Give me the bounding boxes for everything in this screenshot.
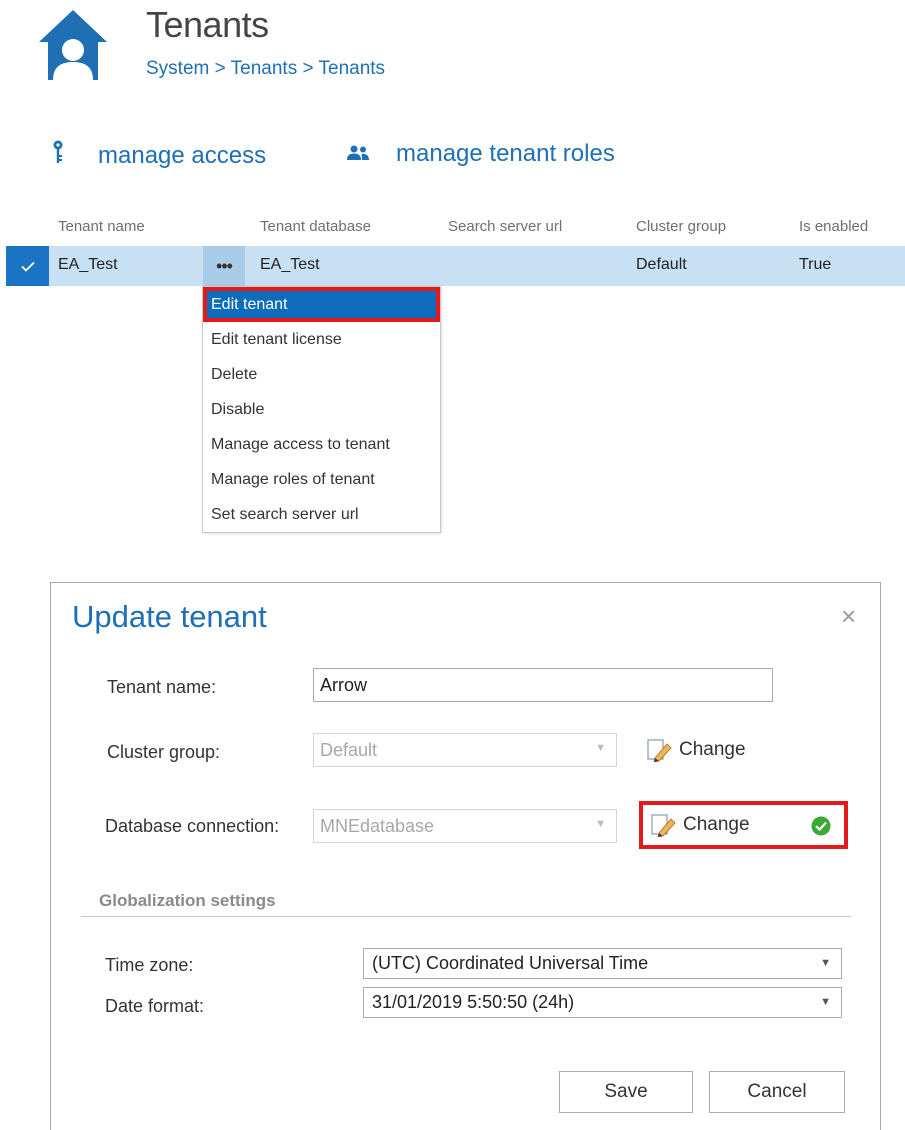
cancel-button[interactable]: Cancel bbox=[709, 1071, 845, 1113]
home-user-icon bbox=[38, 8, 108, 80]
manage-access-link[interactable]: manage access bbox=[52, 140, 266, 171]
check-icon bbox=[20, 261, 35, 272]
cell-tenant-name: EA_Test bbox=[58, 256, 118, 273]
cell-cluster-group: Default bbox=[636, 256, 687, 273]
column-header-search-server-url[interactable]: Search server url bbox=[448, 218, 562, 235]
change-label: Change bbox=[679, 739, 746, 760]
change-cluster-group-button[interactable]: Change bbox=[647, 738, 746, 762]
key-icon bbox=[52, 140, 64, 171]
table-row[interactable] bbox=[6, 246, 905, 286]
time-zone-value: (UTC) Coordinated Universal Time bbox=[372, 953, 649, 973]
column-header-tenant-database[interactable]: Tenant database bbox=[260, 218, 371, 235]
cluster-group-value: Default bbox=[320, 740, 378, 760]
menu-item-set-search-server-url[interactable]: Set search server url bbox=[203, 497, 440, 532]
database-connection-value: MNEdatabase bbox=[320, 816, 435, 836]
breadcrumb[interactable]: System > Tenants > Tenants bbox=[146, 58, 385, 80]
chevron-down-icon: ▼ bbox=[820, 957, 831, 969]
manage-tenant-roles-link[interactable]: manage tenant roles bbox=[346, 140, 615, 168]
cluster-group-label: Cluster group: bbox=[107, 742, 221, 762]
context-menu: Edit tenant Edit tenant license Delete D… bbox=[202, 286, 441, 533]
menu-item-delete[interactable]: Delete bbox=[203, 357, 440, 392]
row-select-checkbox[interactable] bbox=[6, 246, 49, 286]
menu-item-manage-roles[interactable]: Manage roles of tenant bbox=[203, 462, 440, 497]
time-zone-label: Time zone: bbox=[105, 955, 194, 975]
cell-tenant-database: EA_Test bbox=[260, 256, 320, 273]
menu-item-manage-access[interactable]: Manage access to tenant bbox=[203, 427, 440, 462]
edit-icon bbox=[647, 739, 672, 762]
chevron-down-icon: ▼ bbox=[595, 742, 606, 754]
cell-is-enabled: True bbox=[799, 256, 832, 273]
globalization-settings-heading: Globalization settings bbox=[99, 891, 276, 910]
database-connection-select: MNEdatabase ▼ bbox=[313, 809, 617, 843]
chevron-down-icon: ▼ bbox=[595, 818, 606, 830]
more-options-button[interactable]: ••• bbox=[203, 246, 245, 286]
dialog-title: Update tenant bbox=[72, 599, 267, 634]
date-format-value: 31/01/2019 5:50:50 (24h) bbox=[372, 992, 575, 1012]
chevron-down-icon: ▼ bbox=[820, 996, 831, 1008]
column-header-tenant-name[interactable]: Tenant name bbox=[58, 218, 145, 235]
column-header-cluster-group[interactable]: Cluster group bbox=[636, 218, 726, 235]
manage-tenant-roles-label: manage tenant roles bbox=[396, 140, 615, 167]
change-database-connection-button[interactable]: Change bbox=[651, 813, 750, 837]
success-check-icon bbox=[811, 816, 831, 841]
tenant-name-input[interactable] bbox=[313, 668, 773, 702]
section-divider bbox=[81, 916, 851, 917]
tenant-name-label: Tenant name: bbox=[107, 677, 217, 697]
save-button[interactable]: Save bbox=[559, 1071, 693, 1113]
column-header-is-enabled[interactable]: Is enabled bbox=[799, 218, 868, 235]
database-connection-label: Database connection: bbox=[105, 816, 280, 836]
date-format-select[interactable]: 31/01/2019 5:50:50 (24h) ▼ bbox=[363, 987, 842, 1018]
users-icon bbox=[346, 140, 370, 168]
cluster-group-select: Default ▼ bbox=[313, 733, 617, 767]
page-title: Tenants bbox=[146, 4, 269, 45]
time-zone-select[interactable]: (UTC) Coordinated Universal Time ▼ bbox=[363, 948, 842, 979]
change-label: Change bbox=[683, 814, 750, 835]
manage-access-label: manage access bbox=[98, 141, 267, 169]
menu-item-edit-tenant-license[interactable]: Edit tenant license bbox=[203, 322, 440, 357]
date-format-label: Date format: bbox=[105, 996, 205, 1016]
close-icon[interactable]: × bbox=[841, 603, 856, 629]
menu-item-edit-tenant[interactable]: Edit tenant bbox=[203, 287, 440, 322]
edit-icon bbox=[651, 814, 676, 837]
menu-item-disable[interactable]: Disable bbox=[203, 392, 440, 427]
update-tenant-dialog: Update tenant × Tenant name: Cluster gro… bbox=[50, 582, 881, 1130]
